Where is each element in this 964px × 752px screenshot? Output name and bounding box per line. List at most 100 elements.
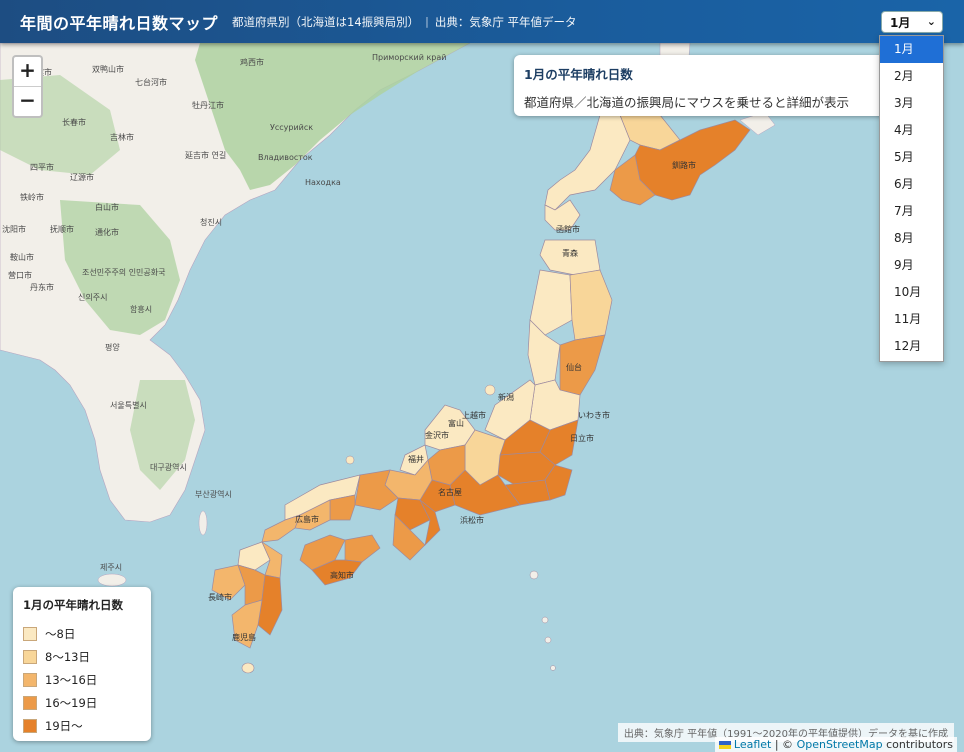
month-select[interactable]: 1月 ⌄ <box>881 11 943 33</box>
legend-item: 19日〜 <box>23 714 141 737</box>
attribution-contributors: contributors <box>886 738 953 751</box>
tsushima-island <box>198 510 208 536</box>
month-option-4[interactable]: 4月 <box>880 117 943 144</box>
label-tonghua: 通化市 <box>95 227 119 237</box>
label-baishan: 白山市 <box>95 202 119 212</box>
label-pyongyang: 평양 <box>105 342 120 352</box>
label-nakhodka: Находка <box>305 178 341 187</box>
label-ussuriysk: Уссурийск <box>270 123 313 132</box>
legend-swatch <box>23 626 37 641</box>
header-bar: 年間の平年晴れ日数マップ 都道府県別（北海道は14振興局別） | 出典：気象庁 … <box>0 0 964 43</box>
label-siping: 四平市 <box>30 162 54 172</box>
legend-item: 8〜13日 <box>23 645 141 668</box>
app-root: Владивосток Уссурийск Приморский край На… <box>0 0 964 752</box>
legend-title: 1月の平年晴れ日数 <box>23 598 124 612</box>
leaflet-link[interactable]: Leaflet <box>734 738 771 751</box>
label-yanji: 延吉市 연길 <box>185 150 226 160</box>
label-nagoya: 名古屋 <box>438 487 462 497</box>
label-yingkou: 营口市 <box>8 270 32 280</box>
label-hamamatsu: 浜松市 <box>460 515 484 525</box>
month-option-1[interactable]: 1月 <box>880 36 943 63</box>
label-nagasaki: 長崎市 <box>208 592 232 602</box>
header-separator: | <box>425 15 429 28</box>
page-subtitle: 都道府県別（北海道は14振興局別） <box>232 14 420 29</box>
month-option-10[interactable]: 10月 <box>880 279 943 306</box>
legend-label: 〜8日 <box>45 626 76 641</box>
label-dandong: 丹东市 <box>30 282 54 292</box>
label-anshan: 鞍山市 <box>10 252 34 262</box>
label-sendai: 仙台 <box>566 362 582 372</box>
label-kushiro: 釧路市 <box>672 160 696 170</box>
info-title: 1月の平年晴れ日数 <box>524 67 633 82</box>
label-sinuiju: 신의주시 <box>78 292 107 302</box>
month-option-12[interactable]: 12月 <box>880 333 943 360</box>
month-option-8[interactable]: 8月 <box>880 225 943 252</box>
label-toyama: 富山 <box>448 418 464 428</box>
legend-swatch <box>23 672 37 687</box>
oki-island <box>345 455 355 465</box>
map-attribution: Leaflet | © OpenStreetMap contributors <box>714 737 957 752</box>
month-option-9[interactable]: 9月 <box>880 252 943 279</box>
label-jixi: 鸡西市 <box>240 57 264 67</box>
label-hamhung: 함흥시 <box>130 304 152 314</box>
legend-swatch <box>23 649 37 664</box>
month-option-6[interactable]: 6月 <box>880 171 943 198</box>
label-tieling: 铁岭市 <box>20 192 44 202</box>
label-kagoshima: 鹿児島 <box>232 632 256 642</box>
header-source: 出典：気象庁 平年値データ <box>434 14 577 29</box>
label-vladivostok: Владивосток <box>258 153 313 162</box>
label-hiroshima: 広島市 <box>295 514 319 524</box>
label-shenyang: 沈阳市 <box>2 224 26 234</box>
label-hitachi: 日立市 <box>570 433 594 443</box>
zoom-out-button[interactable]: − <box>14 87 41 116</box>
page-title: 年間の平年晴れ日数マップ <box>20 13 219 33</box>
legend-label: 13〜16日 <box>45 672 98 687</box>
legend-swatch <box>23 695 37 710</box>
izu-island-3 <box>544 636 552 644</box>
legend-label: 16〜19日 <box>45 695 98 710</box>
label-hakodate: 函館市 <box>556 224 580 234</box>
label-shuangyashan: 双鸭山市 <box>92 64 124 74</box>
label-aomori: 青森 <box>562 248 578 258</box>
month-dropdown[interactable]: 1月 2月 3月 4月 5月 6月 7月 8月 9月 10月 11月 12月 <box>879 35 944 362</box>
attribution-separator: | © <box>774 738 794 751</box>
label-primorsky: Приморский край <box>372 53 446 62</box>
month-option-3[interactable]: 3月 <box>880 90 943 117</box>
zoom-control: + − <box>12 55 43 118</box>
month-option-7[interactable]: 7月 <box>880 198 943 225</box>
label-daegu: 대구광역시 <box>150 462 187 472</box>
sado-island <box>484 384 496 396</box>
legend-item: 16〜19日 <box>23 691 141 714</box>
label-chungjin: 청진시 <box>200 217 222 227</box>
label-mudanjiang: 牡丹江市 <box>192 100 224 110</box>
info-panel: 1月の平年晴れ日数 都道府県／北海道の振興局にマウスを乗せると詳細が表示 <box>514 55 894 116</box>
month-option-2[interactable]: 2月 <box>880 63 943 90</box>
info-text: 都道府県／北海道の振興局にマウスを乗せると詳細が表示 <box>524 95 850 110</box>
month-select-value: 1月 <box>890 15 911 30</box>
label-chinese-korea: 조선민주주의 인민공화국 <box>82 267 166 277</box>
label-iwaki: いわき市 <box>578 410 610 420</box>
label-liaoyuan: 辽源市 <box>70 172 94 182</box>
legend-label: 19日〜 <box>45 718 83 733</box>
month-option-5[interactable]: 5月 <box>880 144 943 171</box>
label-jeju: 제주시 <box>100 563 122 572</box>
label-fukui: 福井 <box>408 454 424 464</box>
yakushima <box>241 662 255 674</box>
label-changchun: 长春市 <box>62 117 86 127</box>
label-seoul: 서울특별시 <box>110 400 147 410</box>
izu-island-1 <box>529 570 539 580</box>
izu-island-4 <box>550 665 556 671</box>
osm-link[interactable]: OpenStreetMap <box>797 738 883 751</box>
izu-island-2 <box>541 616 549 624</box>
zoom-in-button[interactable]: + <box>14 57 41 87</box>
label-kochi: 高知市 <box>330 570 354 580</box>
legend-swatch <box>23 718 37 733</box>
month-option-11[interactable]: 11月 <box>880 306 943 333</box>
ukraine-flag-icon <box>718 741 731 749</box>
legend: 1月の平年晴れ日数 〜8日 8〜13日 13〜16日 16〜19日 19日〜 <box>13 587 151 741</box>
label-joetsu: 上越市 <box>462 410 486 420</box>
label-jilin: 吉林市 <box>110 132 134 142</box>
legend-label: 8〜13日 <box>45 649 90 664</box>
jeju-island <box>97 573 127 587</box>
label-niigata: 新潟 <box>498 392 514 402</box>
